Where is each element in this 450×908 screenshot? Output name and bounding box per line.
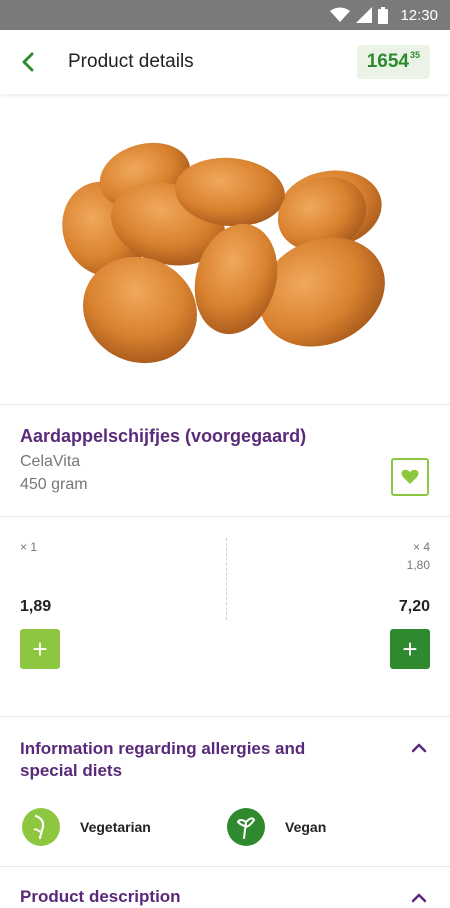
- allergies-title-line2: special diets: [20, 761, 123, 780]
- add-single-button[interactable]: +: [20, 629, 60, 669]
- divider: [0, 404, 450, 405]
- divider: [0, 716, 450, 717]
- page-title: Product details: [68, 51, 194, 72]
- allergies-title-line1: Information regarding allergies and: [20, 739, 306, 758]
- diet-label: Vegetarian: [80, 819, 151, 835]
- multi-quantity: × 4: [412, 540, 430, 554]
- divider: [0, 866, 450, 867]
- chevron-up-icon[interactable]: [410, 739, 428, 757]
- balance-fraction: 35: [409, 50, 420, 60]
- diet-vegetarian: Vegetarian: [22, 808, 151, 846]
- status-time: 12:30: [400, 6, 438, 24]
- status-bar: 12:30: [0, 0, 450, 30]
- wifi-icon: [330, 7, 351, 22]
- back-button[interactable]: [14, 48, 42, 76]
- price-divider: [226, 538, 227, 620]
- heart-icon: [401, 469, 419, 484]
- battery-icon: [378, 6, 389, 24]
- balance-badge[interactable]: 1654 35: [356, 45, 430, 79]
- status-icons: 12:30: [330, 0, 438, 30]
- description-title[interactable]: Product description: [20, 886, 181, 908]
- diet-label: Vegan: [285, 819, 327, 835]
- vegan-icon: [227, 808, 265, 846]
- product-brand: CelaVita: [20, 453, 81, 470]
- product-name: Aardappelschijfjes (voorgegaard): [20, 426, 307, 446]
- vegetarian-icon: [22, 808, 60, 846]
- chevron-left-icon: [22, 52, 34, 72]
- single-quantity: × 1: [20, 540, 38, 554]
- allergies-title[interactable]: Information regarding allergies and spec…: [20, 738, 305, 782]
- single-price: 1,89: [20, 598, 52, 615]
- multi-unit-price: 1,80: [406, 558, 430, 572]
- product-image: [0, 94, 450, 404]
- divider: [0, 516, 450, 517]
- balance-main: 1654: [366, 51, 409, 72]
- add-multi-button[interactable]: +: [390, 629, 430, 669]
- app-bar: Product details 1654 35: [0, 30, 450, 94]
- favorite-button[interactable]: [391, 458, 429, 496]
- multi-price: 7,20: [398, 598, 430, 615]
- product-weight: 450 gram: [20, 476, 88, 493]
- diet-vegan: Vegan: [227, 808, 326, 846]
- chevron-up-icon[interactable]: [410, 889, 428, 907]
- signal-icon: [356, 7, 373, 23]
